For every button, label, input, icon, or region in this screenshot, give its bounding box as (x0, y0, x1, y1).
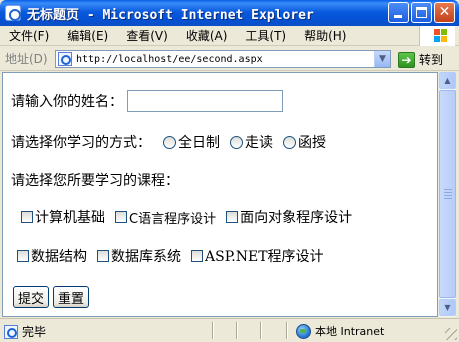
logo-yellow (441, 36, 447, 42)
menu-tools[interactable]: 工具(T) (236, 27, 295, 44)
minimize-button[interactable] (388, 2, 409, 23)
page-content: 请输入你的姓名： 请选择你学习的方式： 全日制 走读 函授 请选择您所要学习的课… (2, 72, 438, 317)
menu-view[interactable]: 查看(V) (117, 27, 177, 44)
menu-favorites[interactable]: 收藏(A) (177, 27, 237, 44)
course-label-row: 请选择您所要学习的课程： (11, 170, 179, 190)
mode-option-fulltime[interactable]: 全日制 (163, 132, 220, 152)
window-title: 无标题页 - Microsoft Internet Explorer (27, 7, 314, 23)
logo-blue (434, 36, 440, 42)
course-option-c-language[interactable]: C语言程序设计 (115, 208, 216, 227)
title-bar[interactable]: 无标题页 - Microsoft Internet Explorer ✕ (0, 0, 459, 26)
status-text: 完毕 (22, 325, 47, 339)
address-input[interactable]: http://localhost/ee/second.aspx ▼ (55, 50, 391, 68)
checkbox-aspnet[interactable] (191, 250, 203, 262)
checkbox-computer-basics[interactable] (21, 211, 33, 223)
scroll-down-button[interactable]: ▼ (439, 299, 456, 316)
address-label: 地址(D) (5, 52, 48, 66)
course-label: 请选择您所要学习的课程： (11, 173, 179, 189)
mode-commute-label: 走读 (245, 135, 273, 151)
minimize-icon (394, 15, 402, 18)
maximize-button[interactable] (411, 2, 432, 23)
courses-row-1: 计算机基础 C语言程序设计 面向对象程序设计 (21, 207, 362, 227)
windows-logo-icon (419, 26, 455, 46)
address-url[interactable]: http://localhost/ee/second.aspx (76, 54, 263, 65)
checkbox-data-structures[interactable] (17, 250, 29, 262)
ie-icon (5, 5, 21, 21)
status-divider (286, 322, 288, 339)
form-buttons: 提交 重置 (13, 286, 93, 308)
checkbox-oop[interactable] (226, 211, 239, 223)
page-done-icon (4, 324, 18, 339)
thumb-grip (444, 189, 452, 190)
status-bar: 完毕 本地 Intranet (0, 318, 459, 342)
close-button[interactable]: ✕ (434, 2, 455, 23)
go-label: 转到 (419, 53, 444, 67)
thumb-grip (444, 195, 452, 196)
checkbox-c-language[interactable] (115, 211, 127, 223)
go-arrow-icon: ➔ (398, 51, 415, 68)
name-row: 请输入你的姓名： (11, 90, 283, 112)
logo-green (441, 29, 447, 35)
address-bar: 地址(D) http://localhost/ee/second.aspx ▼ … (0, 47, 459, 71)
course-option-computer-basics[interactable]: 计算机基础 (21, 207, 105, 227)
mode-label: 请选择你学习的方式： (11, 135, 151, 151)
radio-fulltime[interactable] (163, 135, 176, 149)
menu-edit[interactable]: 编辑(E) (58, 27, 117, 44)
vertical-scrollbar[interactable]: ▲ ▼ (438, 72, 456, 317)
course-aspnet-label: ASP.NET程序设计 (205, 249, 324, 265)
course-data-structures-label: 数据结构 (31, 249, 87, 265)
name-label: 请输入你的姓名： (11, 94, 123, 110)
page-icon (58, 52, 72, 66)
courses-row-2: 数据结构 数据库系统 ASP.NET程序设计 (17, 246, 334, 266)
thumb-grip (444, 192, 452, 193)
status-left: 完毕 (4, 323, 46, 340)
thumb-grip (444, 198, 452, 199)
radio-commute[interactable] (230, 135, 243, 149)
reset-button[interactable]: 重置 (53, 286, 90, 308)
logo-red (434, 29, 440, 35)
radio-correspondence[interactable] (283, 135, 296, 149)
scroll-thumb[interactable] (439, 90, 456, 298)
course-option-aspnet[interactable]: ASP.NET程序设计 (191, 246, 324, 266)
status-divider (236, 322, 238, 339)
status-divider (212, 322, 214, 339)
course-computer-basics-label: 计算机基础 (35, 210, 105, 226)
close-icon: ✕ (438, 4, 451, 20)
window-controls: ✕ (388, 2, 455, 23)
status-divider (260, 322, 262, 339)
menu-help[interactable]: 帮助(H) (295, 27, 355, 44)
course-option-oop[interactable]: 面向对象程序设计 (226, 207, 352, 227)
resize-grip-icon[interactable] (445, 328, 457, 340)
name-input[interactable] (127, 90, 283, 112)
course-option-database[interactable]: 数据库系统 (97, 246, 181, 266)
maximize-icon (416, 7, 427, 18)
menu-bar: 文件(F) 编辑(E) 查看(V) 收藏(A) 工具(T) 帮助(H) (0, 26, 459, 46)
checkbox-database[interactable] (97, 250, 109, 262)
mode-option-correspondence[interactable]: 函授 (283, 132, 326, 152)
zone-label: 本地 Intranet (315, 325, 385, 338)
mode-option-commute[interactable]: 走读 (230, 132, 273, 152)
go-button[interactable]: ➔ 转到 (398, 51, 443, 68)
mode-row: 请选择你学习的方式： 全日制 走读 函授 (11, 132, 336, 152)
security-zone[interactable]: 本地 Intranet (296, 323, 384, 339)
submit-button[interactable]: 提交 (13, 286, 50, 308)
course-database-label: 数据库系统 (111, 249, 181, 265)
mode-correspondence-label: 函授 (298, 135, 326, 151)
course-option-data-structures[interactable]: 数据结构 (17, 246, 87, 266)
address-dropdown-icon[interactable]: ▼ (374, 51, 390, 67)
scroll-up-button[interactable]: ▲ (439, 72, 456, 89)
mode-fulltime-label: 全日制 (178, 135, 220, 151)
course-c-language-label: C语言程序设计 (129, 211, 217, 227)
globe-icon (296, 323, 311, 339)
menu-file[interactable]: 文件(F) (0, 27, 58, 44)
course-oop-label: 面向对象程序设计 (240, 210, 353, 226)
